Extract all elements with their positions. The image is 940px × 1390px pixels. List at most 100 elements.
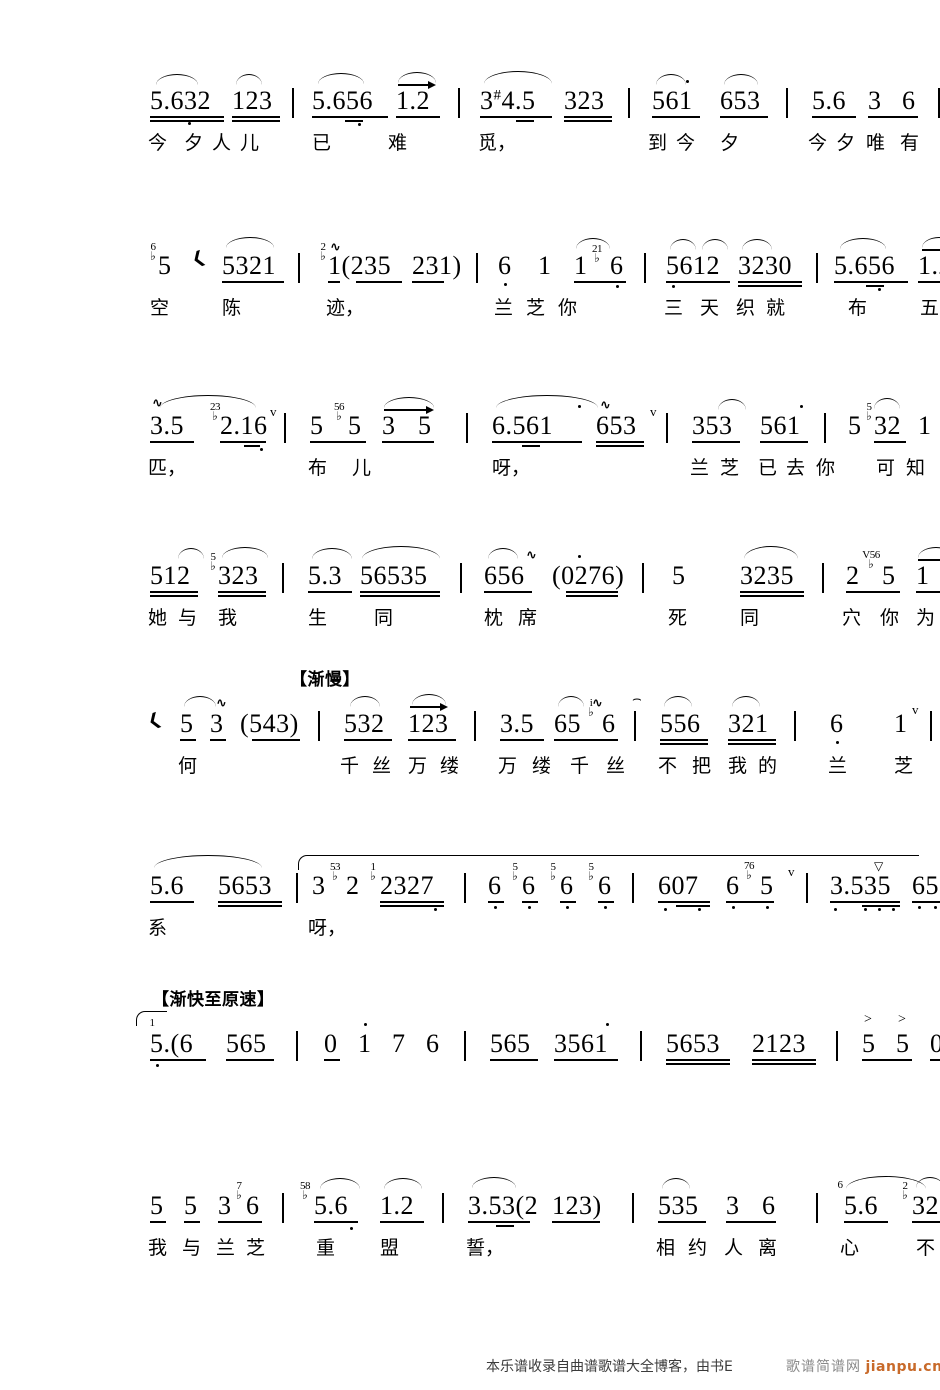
- lyric-char: 把: [692, 755, 712, 777]
- lyric-char: 芝: [894, 755, 914, 777]
- octave-dot: [188, 122, 192, 126]
- note-digits: 1: [574, 251, 588, 280]
- note-group: 3#4.5: [480, 86, 536, 116]
- beam: [310, 441, 366, 443]
- bow-up-mark: v: [788, 864, 795, 879]
- octave-dot: [434, 908, 438, 912]
- note-group: 6: [246, 1191, 260, 1221]
- note-digits: 3: [382, 411, 396, 440]
- note-digits: 3.5: [500, 709, 534, 738]
- slur: [312, 548, 352, 559]
- lyric-char: 今: [148, 132, 168, 154]
- note-group: 6: [726, 871, 740, 901]
- octave-dot: [604, 906, 608, 910]
- beam: [488, 901, 504, 903]
- barline: [442, 1193, 444, 1223]
- lyric-char: 布: [308, 457, 328, 479]
- barline: [292, 88, 294, 118]
- slur: [472, 1177, 516, 1188]
- beam: [480, 116, 552, 118]
- lyric-char: 你: [558, 297, 578, 319]
- note-digits: 6.561: [492, 411, 553, 440]
- octave-dot: [834, 908, 838, 912]
- barline: [642, 563, 644, 593]
- barline: [464, 873, 466, 903]
- lyric-char: 芝: [246, 1237, 266, 1259]
- note-digits: 3: [218, 1191, 232, 1220]
- octave-dot: [664, 908, 668, 912]
- barline: [466, 413, 468, 443]
- note-group: 5612: [666, 251, 720, 281]
- beam: [150, 901, 194, 903]
- note-digits: 6: [830, 709, 844, 738]
- trill-mark: ∿: [600, 398, 611, 413]
- beam: [328, 281, 340, 283]
- octave-dot: [350, 1227, 354, 1231]
- lyric-char: 夕: [720, 132, 740, 154]
- beam: [738, 281, 802, 283]
- beam: [912, 1221, 940, 1223]
- note-group: 32: [874, 411, 901, 441]
- note-group: 5321: [222, 251, 276, 281]
- accent-mark: >: [864, 1012, 872, 1027]
- note-digits: 6: [560, 871, 574, 900]
- note-digits: 5: [184, 1191, 198, 1220]
- note-group: 5: [348, 411, 362, 441]
- note-group: 323: [218, 561, 259, 591]
- slur: [744, 546, 798, 559]
- octave-dot: [616, 285, 620, 289]
- lyric-char: 死: [668, 607, 688, 629]
- barline: [298, 253, 300, 283]
- beam: [726, 1221, 776, 1223]
- lyric-char: 夕: [836, 132, 856, 154]
- note-digits: 5.6: [150, 871, 184, 900]
- note-digits: 6: [762, 1191, 776, 1220]
- beam: [574, 281, 626, 283]
- note-digits: 3: [480, 86, 494, 115]
- note-group: 1.2: [380, 1191, 414, 1221]
- sharp-sign: #: [493, 87, 502, 104]
- lyric-char: 兰: [494, 297, 514, 319]
- note-digits: 1: [918, 411, 932, 440]
- barline: [284, 413, 286, 443]
- beam: [676, 905, 710, 907]
- beam: [752, 1059, 816, 1061]
- beam: [184, 1221, 200, 1223]
- beam: [150, 120, 224, 122]
- note-group: 656: [484, 561, 525, 591]
- slur: [874, 398, 900, 409]
- octave-dot: [686, 80, 690, 84]
- beam: [720, 116, 768, 118]
- beam: [360, 591, 440, 593]
- note-digits: 5: [672, 561, 686, 590]
- note-row: ❮ 5 3 ∿ (543) 532 123 3.5 65 i ♭ ∿ 6 ⌢ 5…: [140, 691, 932, 751]
- beam: [560, 901, 576, 903]
- note-group: 6: [426, 1029, 440, 1059]
- lyric-char: 五: [920, 297, 940, 319]
- barline: [930, 711, 932, 741]
- slur: [320, 1178, 360, 1189]
- note-digits: 5: [862, 1029, 876, 1058]
- beam: [150, 1059, 206, 1061]
- note-group: 1: [894, 709, 908, 739]
- note-digits: 5.6: [314, 1191, 348, 1220]
- note-digits: 535: [658, 1191, 699, 1220]
- beam: [360, 595, 440, 597]
- note-digits: 556: [660, 709, 701, 738]
- note-group: 3230: [738, 251, 792, 281]
- beam: [554, 1059, 618, 1061]
- lyric-char: 儿: [352, 457, 372, 479]
- beam: [150, 1221, 166, 1223]
- note-group: 1: [916, 561, 930, 591]
- lyric-char: 人: [724, 1237, 744, 1259]
- note-digits: 3: [726, 1191, 740, 1220]
- lyric-char: 兰: [216, 1237, 236, 1259]
- note-digits: 2: [846, 561, 860, 590]
- octave-dot: [800, 405, 804, 409]
- beam: [218, 905, 282, 907]
- note-group: 561: [760, 411, 801, 441]
- octave-dot: [566, 906, 570, 910]
- note-group: 3235: [740, 561, 794, 591]
- accent-mark: >: [898, 1012, 906, 1027]
- beam: [596, 445, 644, 447]
